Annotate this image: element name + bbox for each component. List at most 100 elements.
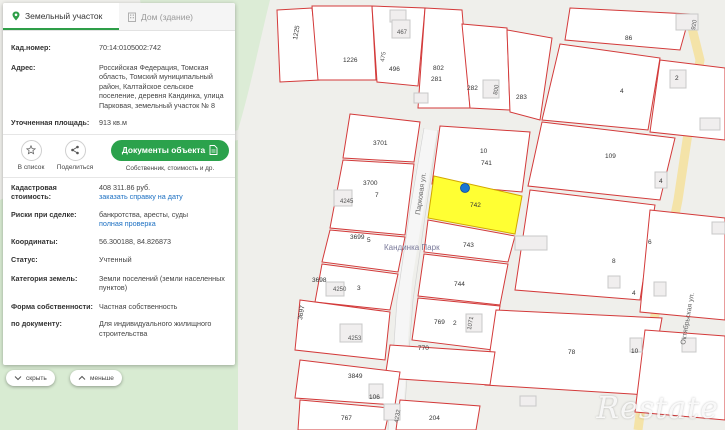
parcel-label: 3849 <box>348 373 363 380</box>
add-to-list-button[interactable]: В список <box>9 139 53 171</box>
cad-value-label-1: Кадастровая <box>11 182 57 192</box>
row-area: Уточненная площадь: 913 кв.м <box>11 118 227 128</box>
parcel-label: 283 <box>516 94 527 101</box>
share-button[interactable]: Поделиться <box>53 139 97 171</box>
cad-number-label: Кад.номер: <box>11 43 51 52</box>
building <box>711 221 725 235</box>
share-label: Поделиться <box>56 163 94 171</box>
parcel-label: 4250 <box>333 287 347 293</box>
building <box>699 117 721 131</box>
hide-panel-button[interactable]: скрыть <box>6 370 55 386</box>
documents-button[interactable]: Документы объекта <box>111 139 229 161</box>
selected-parcel-label: 742 <box>470 202 481 209</box>
parcel-label: 741 <box>481 160 492 167</box>
cad-value-amount: 408 311.86 руб. <box>99 182 151 192</box>
ownership-value: Частная собственность <box>99 301 178 311</box>
tab-land-parcel[interactable]: Земельный участок <box>3 3 119 30</box>
parcel-label: 3698 <box>312 277 327 284</box>
row-cad-value: Кадастровая стоимость: 408 311.86 руб. з… <box>11 183 227 202</box>
add-to-list-label: В список <box>17 163 45 171</box>
tab-house[interactable]: Дом (здание) <box>119 3 235 30</box>
parcel-label: 496 <box>389 66 400 73</box>
category-value: Земли поселений (земли населенных пункто… <box>99 273 225 293</box>
parcel-label: 5 <box>367 237 371 244</box>
ownership-label: Форма собственности: <box>11 301 93 311</box>
parcel-770[interactable] <box>384 344 496 386</box>
doc-use-value: Для индивидуального жилищного строительс… <box>99 319 212 338</box>
hide-panel-label: скрыть <box>26 374 47 382</box>
row-doc-use: по документу: Для индивидуального жилищн… <box>11 319 227 338</box>
document-icon <box>209 145 218 155</box>
parcel-label: 7 <box>375 192 379 199</box>
parcel-label: 467 <box>397 30 408 36</box>
parcel-label: 282 <box>467 85 478 92</box>
documents-block: Документы объекта Собственник, стоимость… <box>111 139 229 172</box>
parcel-label: 3701 <box>373 140 388 147</box>
building <box>607 275 621 289</box>
parcel-label: 2 <box>453 320 457 327</box>
parcel-label: 2 <box>675 75 679 82</box>
parcel-info-panel: Земельный участок Дом (здание) Кад.номер… <box>3 3 235 365</box>
building-icon <box>128 12 136 22</box>
location-marker-icon[interactable] <box>460 183 470 193</box>
building <box>519 395 537 407</box>
documents-subtitle: Собственник, стоимость и др. <box>125 164 215 172</box>
parcel-label: 10 <box>480 148 488 155</box>
parcel-label: 3699 <box>350 234 365 241</box>
parcel-1226[interactable] <box>311 5 377 81</box>
parcel-label: 802 <box>433 65 444 72</box>
chevron-up-icon <box>78 375 86 380</box>
parcel-label: 8 <box>612 258 616 265</box>
parcel-label: 4 <box>632 290 636 297</box>
parcel-label: 769 <box>434 319 445 326</box>
category-label: Категория земель: <box>11 273 78 283</box>
building <box>413 92 429 104</box>
restate-watermark: Restate <box>596 391 719 426</box>
row-status: Статус: Учтенный <box>11 255 227 265</box>
row-category: Категория земель: Земли поселений (земли… <box>11 274 227 293</box>
star-icon <box>26 145 36 155</box>
parcel-label: 6 <box>648 239 652 246</box>
parcel-label: 204 <box>429 415 440 422</box>
parcel-label: 281 <box>431 76 442 83</box>
share-icon <box>71 145 79 155</box>
cad-value-label-2: стоимость: <box>11 192 52 201</box>
parcel-label: 109 <box>605 153 616 160</box>
row-address: Адрес: Российская Федерация, Томская обл… <box>11 63 227 111</box>
parcel-label: 4 <box>620 88 624 95</box>
parcel-label: 743 <box>463 242 474 249</box>
cad-number-value[interactable]: 70:14:0105002:742 <box>99 43 227 53</box>
parcel-4-top[interactable] <box>541 43 661 131</box>
panel-actions: В список Поделиться Документы объекта Со… <box>3 133 235 178</box>
chevron-down-icon <box>14 376 22 381</box>
tab-house-label: Дом (здание) <box>141 11 194 22</box>
row-risks: Риски при сделке: банкротства, аресты, с… <box>11 210 227 229</box>
risks-label: Риски при сделке: <box>11 209 77 219</box>
parcel-label: 86 <box>625 35 633 42</box>
parcel-label: 106 <box>369 394 380 401</box>
documents-button-label: Документы объекта <box>121 145 206 155</box>
full-check-link[interactable]: полная проверка <box>99 219 227 229</box>
parcel-label: 767 <box>341 415 352 422</box>
coords-value: 56.300188, 84.826873 <box>99 236 171 246</box>
parcel-label: 744 <box>454 281 465 288</box>
area-label: Уточненная площадь: <box>11 118 90 127</box>
coords-label: Координаты: <box>11 236 58 246</box>
parcel-label: 4253 <box>348 336 362 342</box>
parcel-label: 1226 <box>343 57 358 64</box>
show-less-label: меньше <box>90 374 114 382</box>
row-coords: Координаты: 56.300188, 84.826873 <box>11 237 227 247</box>
order-certificate-link[interactable]: заказать справку на дату <box>99 192 227 202</box>
panel-tabs: Земельный участок Дом (здание) <box>3 3 235 31</box>
risks-value: банкротства, аресты, суды <box>99 209 189 219</box>
show-less-button[interactable]: меньше <box>70 370 122 386</box>
parcel-label: 3700 <box>363 180 378 187</box>
status-label: Статус: <box>11 255 38 264</box>
parcel-label: 4245 <box>340 199 354 205</box>
parcel-3701[interactable] <box>342 113 421 163</box>
building <box>514 235 548 251</box>
building <box>653 281 667 297</box>
address-label: Адрес: <box>11 62 36 72</box>
parcel-label: 78 <box>568 349 576 356</box>
doc-use-label: по документу: <box>11 319 62 328</box>
